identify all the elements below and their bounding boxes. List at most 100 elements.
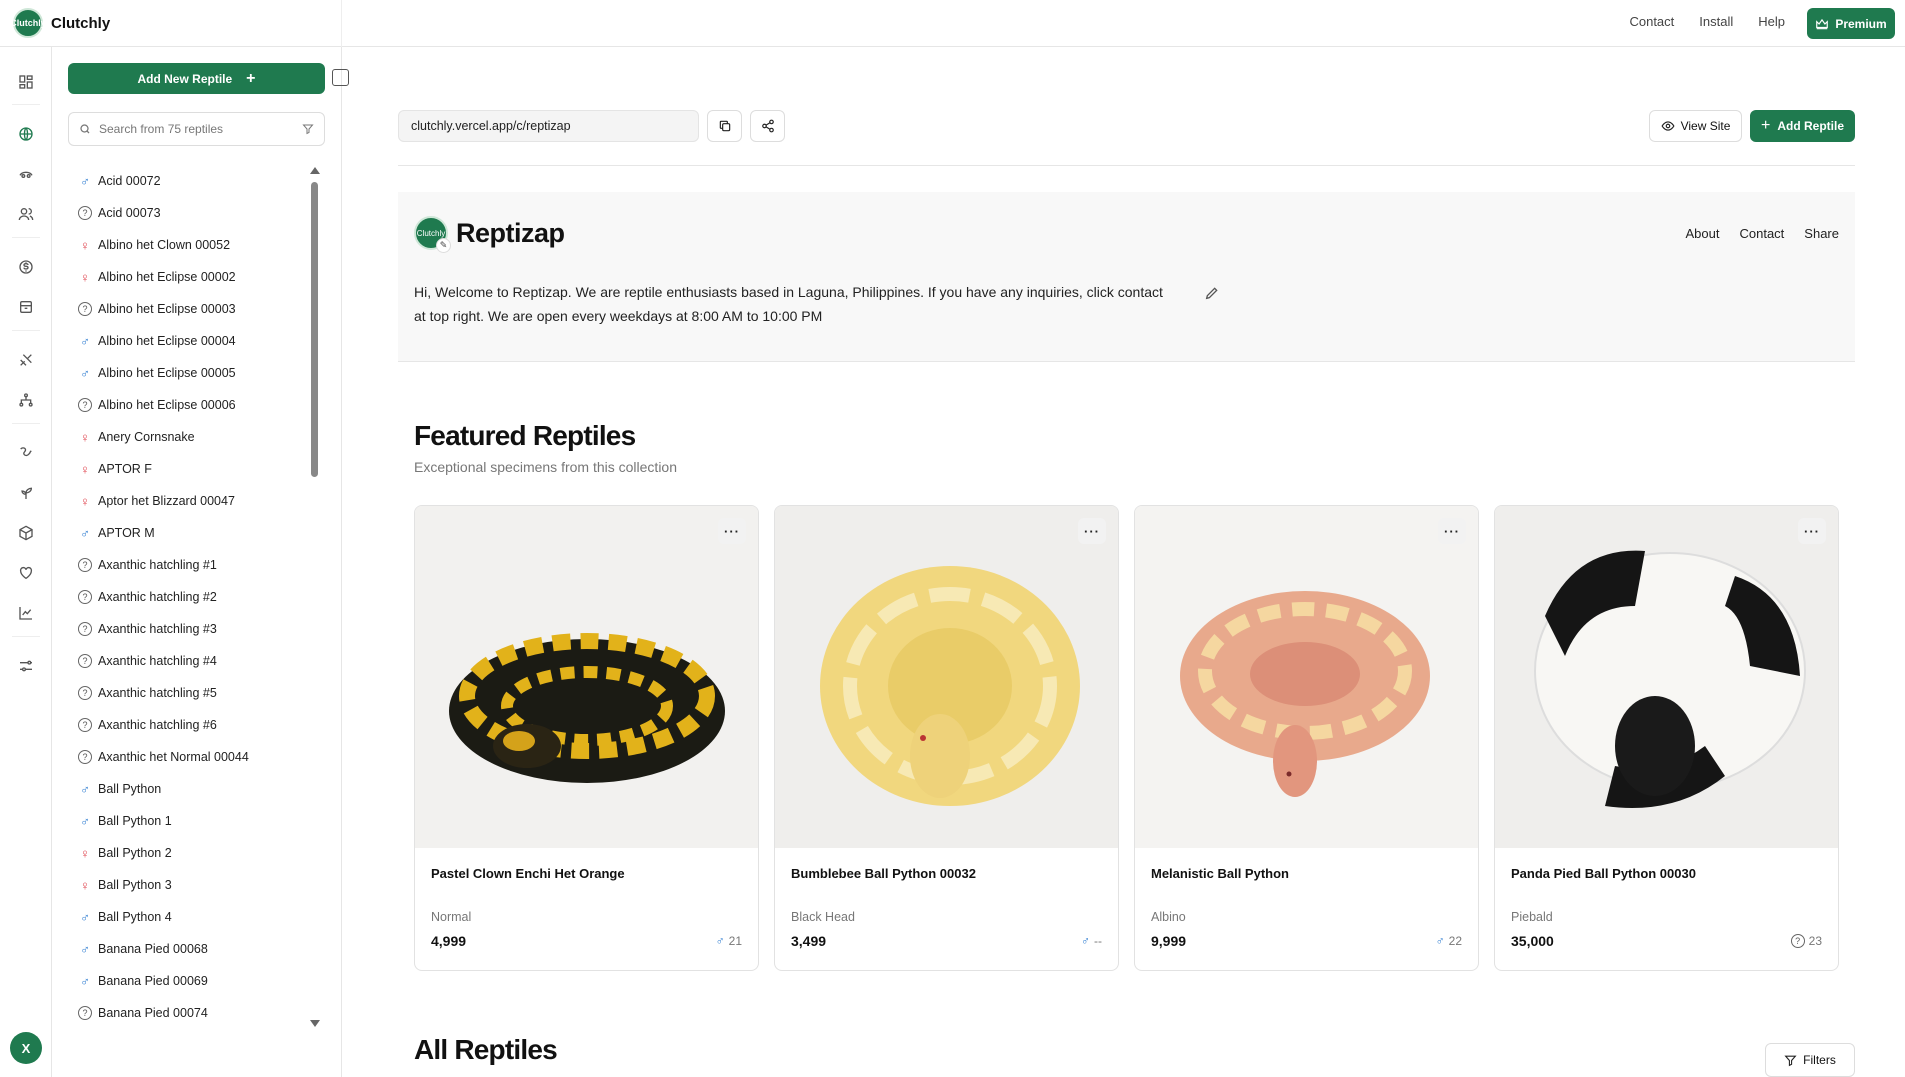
dashboard-icon[interactable] [16,72,36,92]
filter-icon [1784,1055,1797,1066]
reptile-list-item[interactable]: ♀ Albino het Clown 00052 [68,229,308,261]
brand[interactable]: Clutchly Clutchly [10,8,110,38]
card-more-button[interactable]: ··· [1438,518,1466,544]
lineage-icon[interactable] [16,390,36,410]
copy-url-button[interactable] [707,110,742,142]
user-avatar[interactable]: X [10,1032,42,1064]
reptile-list-item[interactable]: ♂ Ball Python 1 [68,805,308,837]
box-icon[interactable] [16,523,36,543]
nav-help[interactable]: Help [1758,14,1785,29]
breeding-icon[interactable] [16,350,36,370]
reptile-list-item-label: Albino het Eclipse 00003 [98,302,236,316]
scroll-up-arrow-icon[interactable] [310,167,320,174]
unknown-sex-icon: ? [78,654,92,668]
reptile-list-item[interactable]: ♀ Ball Python 2 [68,837,308,869]
reptile-list-item[interactable]: ♀ Albino het Eclipse 00002 [68,261,308,293]
reptile-list-item[interactable]: ♂ Albino het Eclipse 00005 [68,357,308,389]
reptile-list-item[interactable]: ♂ Ball Python 4 [68,901,308,933]
snake-icon[interactable] [16,443,36,463]
reptile-list-item[interactable]: ♂ Ball Python [68,773,308,805]
male-icon: ♂ [80,973,90,989]
scroll-down-arrow-icon[interactable] [310,1020,320,1027]
reptile-list-item[interactable]: ? Axanthic hatchling #5 [68,677,308,709]
unknown-sex-icon: ? [78,718,92,732]
featured-cards: ··· Pastel Clown Enchi Het Orange Normal… [414,505,1839,971]
site-logo[interactable]: Clutchly ✎ [414,216,451,253]
reptile-list-item[interactable]: ? Axanthic hatchling #4 [68,645,308,677]
rail-separator [12,104,40,105]
reptile-list-item[interactable]: ? Albino het Eclipse 00003 [68,293,308,325]
view-site-button[interactable]: View Site [1649,110,1742,142]
reptile-list-item[interactable]: ? Albino het Eclipse 00006 [68,389,308,421]
view-site-label: View Site [1680,119,1731,133]
reptile-list-item[interactable]: ? Axanthic het Normal 00044 [68,741,308,773]
heart-icon[interactable] [16,563,36,583]
reptile-list-item[interactable]: ? Banana Pied 00074 [68,997,308,1029]
growth-icon[interactable] [16,483,36,503]
male-icon: ♂ [80,173,90,189]
filter-icon[interactable] [302,123,314,135]
card-price: 3,499 [791,933,827,949]
reptile-list-item[interactable]: ? Axanthic hatchling #1 [68,549,308,581]
edit-description-pencil-icon[interactable] [1204,285,1220,304]
reptile-card[interactable]: ··· Bumblebee Ball Python 00032 Black He… [774,505,1119,971]
reptile-list-item[interactable]: ? Axanthic hatchling #6 [68,709,308,741]
reptile-photo [415,506,758,848]
reptile-card[interactable]: ··· Pastel Clown Enchi Het Orange Normal… [414,505,759,971]
reptile-card[interactable]: ··· Panda Pied Ball Python 00030 Piebald… [1494,505,1839,971]
reptile-list-item-label: Albino het Clown 00052 [98,238,231,252]
nav-contact[interactable]: Contact [1629,14,1674,29]
reptile-list-item[interactable]: ? Axanthic hatchling #2 [68,581,308,613]
users-icon[interactable] [16,204,36,224]
male-icon: ♂ [715,934,725,948]
site-url-field[interactable]: clutchly.vercel.app/c/reptizap [398,110,699,142]
share-url-button[interactable] [750,110,785,142]
reptile-list-item-label: APTOR F [98,462,152,476]
card-meta: ? 23 [1790,934,1822,948]
reptile-list-item[interactable]: ♂ Banana Pied 00068 [68,933,308,965]
dollar-icon[interactable] [16,257,36,277]
reptile-icon[interactable] [16,164,36,184]
globe-icon[interactable] [16,124,36,144]
list-scrollbar[interactable] [310,167,320,1027]
male-icon: ♂ [80,909,90,925]
card-more-button[interactable]: ··· [718,518,746,544]
edit-logo-pencil-icon[interactable]: ✎ [436,238,451,253]
site-nav-about[interactable]: About [1686,226,1720,241]
card-more-button[interactable]: ··· [1078,518,1106,544]
card-name: Melanistic Ball Python [1151,866,1289,881]
featured-subtitle: Exceptional specimens from this collecti… [414,459,678,475]
rail-separator [12,237,40,238]
reptile-list-item[interactable]: ♀ Aptor het Blizzard 00047 [68,485,308,517]
reptile-photo [1495,506,1838,848]
site-nav-share[interactable]: Share [1804,226,1839,241]
reptile-card[interactable]: ··· Melanistic Ball Python Albino 9,999 … [1134,505,1479,971]
reptile-list-item-label: Ball Python 1 [98,814,172,828]
nav-install[interactable]: Install [1699,14,1733,29]
premium-button[interactable]: Premium [1807,8,1895,39]
reptile-list-item-label: Ball Python 3 [98,878,172,892]
reptile-list-item[interactable]: ♀ Anery Cornsnake [68,421,308,453]
reptile-list-item-label: Axanthic hatchling #6 [98,718,217,732]
share-icon [761,119,774,133]
archive-icon[interactable] [16,297,36,317]
filters-button[interactable]: Filters [1765,1043,1855,1077]
settings-sliders-icon[interactable] [16,656,36,676]
scroll-thumb[interactable] [311,182,318,477]
reptile-list-item[interactable]: ♂ APTOR M [68,517,308,549]
card-meta-value: 21 [728,934,742,948]
card-more-button[interactable]: ··· [1798,518,1826,544]
reptile-list-item[interactable]: ♂ Acid 00072 [68,165,308,197]
site-nav-contact[interactable]: Contact [1739,226,1784,241]
male-icon: ♂ [80,813,90,829]
reptile-search-input[interactable]: Search from 75 reptiles [68,112,325,146]
reptile-list-item[interactable]: ♂ Banana Pied 00069 [68,965,308,997]
add-new-reptile-button[interactable]: Add New Reptile + [68,63,325,94]
reptile-list-item[interactable]: ♂ Albino het Eclipse 00004 [68,325,308,357]
reptile-list-item[interactable]: ? Axanthic hatchling #3 [68,613,308,645]
add-reptile-button[interactable]: + Add Reptile [1750,110,1855,142]
chart-icon[interactable] [16,603,36,623]
reptile-list-item[interactable]: ♀ APTOR F [68,453,308,485]
reptile-list-item[interactable]: ♀ Ball Python 3 [68,869,308,901]
reptile-list-item[interactable]: ? Acid 00073 [68,197,308,229]
